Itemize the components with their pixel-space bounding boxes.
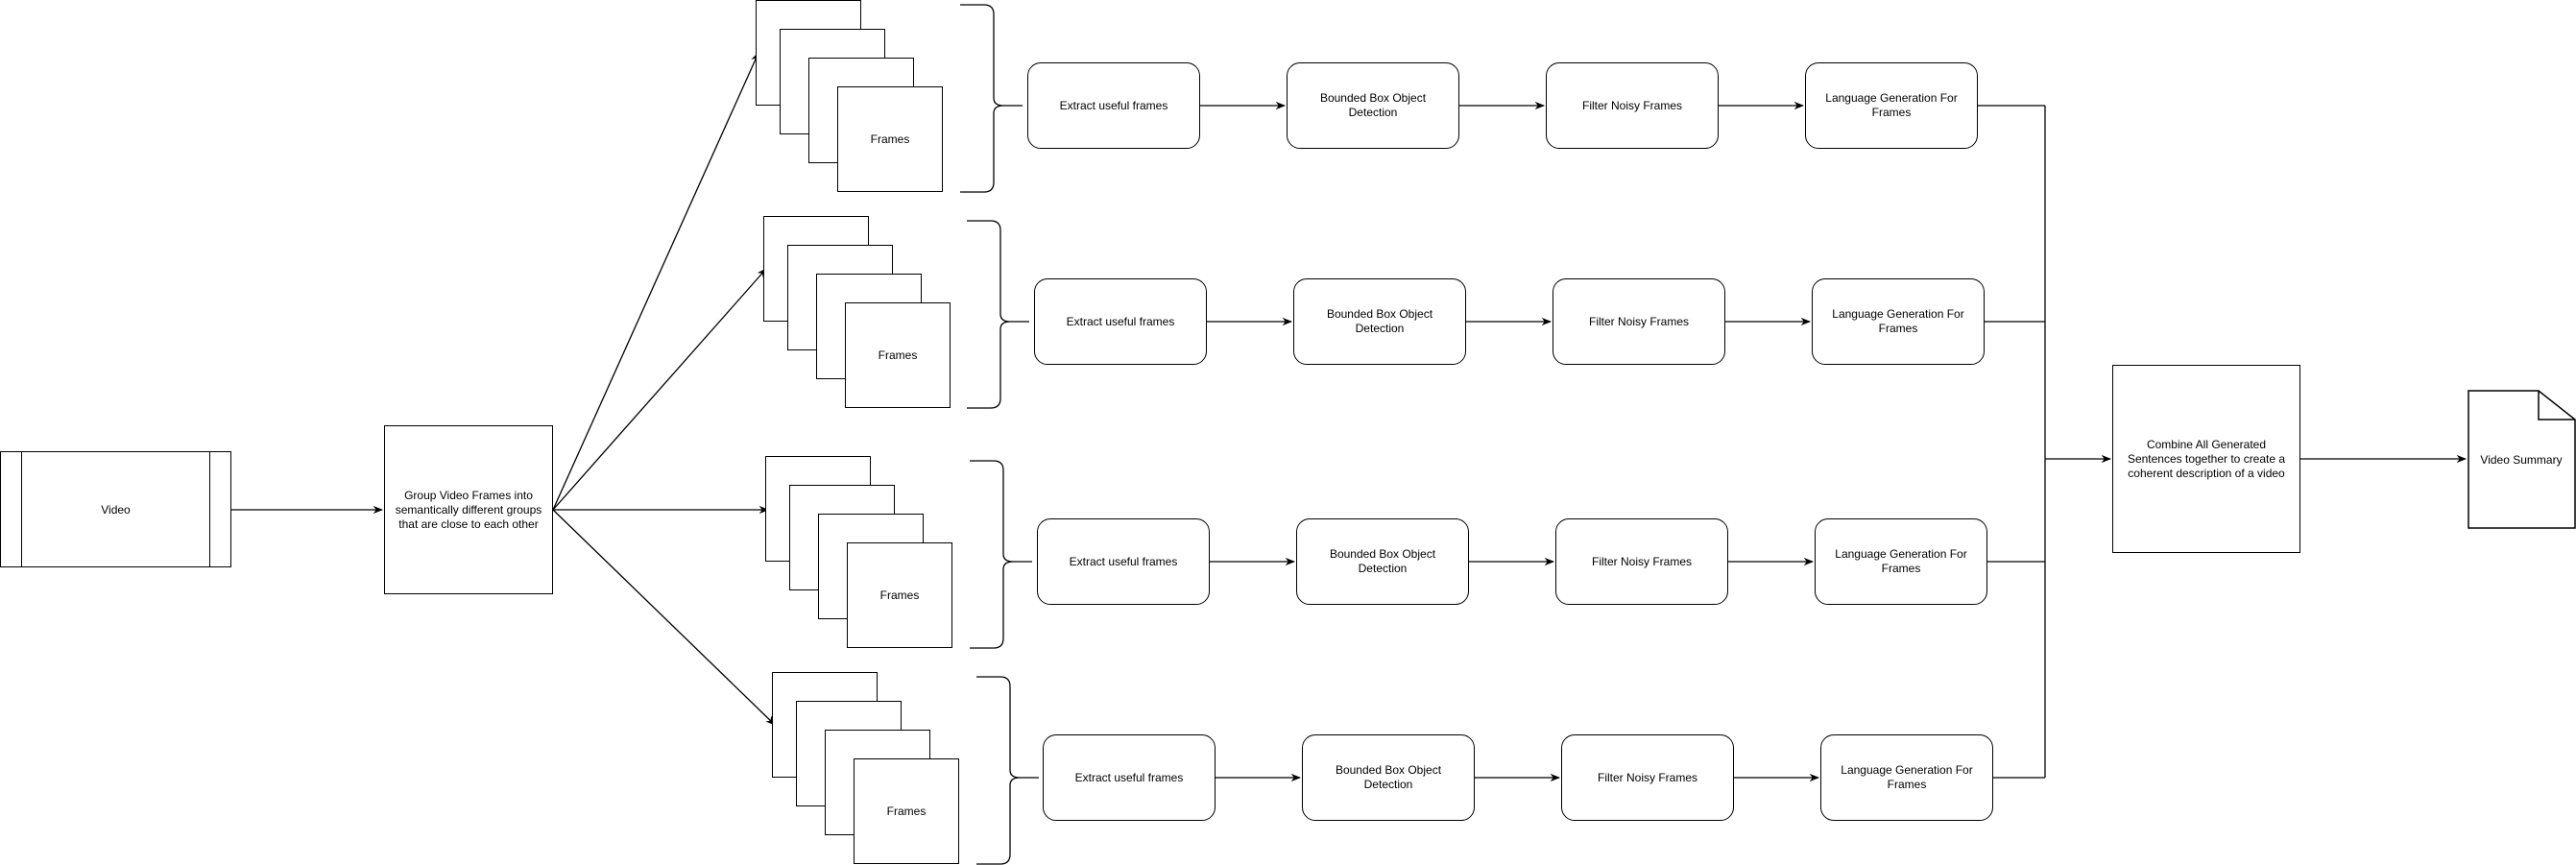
bounded-box-detection-label: Bounded Box Object Detection	[1329, 547, 1436, 575]
bounded-box-detection-node[interactable]: Bounded Box Object Detection	[1296, 518, 1469, 605]
frames-stack-front[interactable]: Frames	[837, 86, 943, 192]
group-frames-label: Group Video Frames into semantically dif…	[395, 488, 542, 531]
extract-useful-frames-label: Extract useful frames	[1074, 770, 1184, 784]
curly-brace-4	[976, 676, 1039, 865]
combine-sentences-label: Combine All Generated Sentences together…	[2127, 437, 2286, 480]
curly-brace-1	[960, 4, 1023, 193]
frames-stack-front[interactable]: Frames	[854, 758, 959, 864]
filter-noisy-frames-node[interactable]: Filter Noisy Frames	[1553, 278, 1725, 365]
extract-useful-frames-node[interactable]: Extract useful frames	[1043, 734, 1216, 821]
bounded-box-detection-label: Bounded Box Object Detection	[1319, 91, 1427, 119]
filter-noisy-frames-node[interactable]: Filter Noisy Frames	[1555, 518, 1728, 605]
extract-useful-frames-label: Extract useful frames	[1066, 314, 1175, 328]
frames-label: Frames	[879, 589, 920, 602]
extract-useful-frames-label: Extract useful frames	[1059, 98, 1168, 112]
filter-noisy-frames-label: Filter Noisy Frames	[1597, 770, 1697, 784]
language-generation-node[interactable]: Language Generation For Frames	[1815, 518, 1987, 605]
bounded-box-detection-label: Bounded Box Object Detection	[1335, 763, 1442, 791]
extract-useful-frames-label: Extract useful frames	[1069, 554, 1178, 568]
arrow-group-to-frames-4	[552, 509, 776, 726]
extract-useful-frames-node[interactable]: Extract useful frames	[1034, 278, 1207, 365]
frames-stack-front[interactable]: Frames	[847, 542, 952, 648]
combine-sentences-node[interactable]: Combine All Generated Sentences together…	[2112, 365, 2300, 553]
language-generation-label: Language Generation For Frames	[1835, 547, 1967, 575]
video-label: Video	[101, 502, 131, 517]
language-generation-label: Language Generation For Frames	[1832, 307, 1964, 335]
filter-noisy-frames-label: Filter Noisy Frames	[1581, 98, 1682, 112]
group-frames-node[interactable]: Group Video Frames into semantically dif…	[384, 425, 553, 594]
frames-label: Frames	[870, 132, 910, 146]
extract-useful-frames-node[interactable]: Extract useful frames	[1027, 62, 1200, 149]
curly-brace-2	[967, 220, 1029, 409]
arrow-group-to-frames-1	[552, 52, 759, 511]
extract-useful-frames-node[interactable]: Extract useful frames	[1037, 518, 1210, 605]
bounded-box-detection-node[interactable]: Bounded Box Object Detection	[1293, 278, 1466, 365]
video-summary-label-wrap: Video Summary	[2468, 390, 2575, 529]
filter-noisy-frames-node[interactable]: Filter Noisy Frames	[1546, 62, 1719, 149]
bounded-box-detection-node[interactable]: Bounded Box Object Detection	[1302, 734, 1475, 821]
language-generation-node[interactable]: Language Generation For Frames	[1805, 62, 1978, 149]
filter-noisy-frames-label: Filter Noisy Frames	[1591, 554, 1692, 568]
diagram-canvas: Video Group Video Frames into semantical…	[0, 0, 2576, 865]
curly-brace-3	[970, 460, 1032, 649]
video-node[interactable]: Video	[0, 451, 231, 567]
language-generation-label: Language Generation For Frames	[1841, 763, 1973, 791]
language-generation-node[interactable]: Language Generation For Frames	[1812, 278, 1985, 365]
language-generation-node[interactable]: Language Generation For Frames	[1820, 734, 1993, 821]
bounded-box-detection-label: Bounded Box Object Detection	[1326, 307, 1433, 335]
filter-noisy-frames-node[interactable]: Filter Noisy Frames	[1561, 734, 1734, 821]
arrow-group-to-frames-2	[552, 268, 767, 511]
video-summary-label: Video Summary	[2480, 452, 2563, 467]
filter-noisy-frames-label: Filter Noisy Frames	[1588, 314, 1689, 328]
language-generation-label: Language Generation For Frames	[1825, 91, 1958, 119]
bounded-box-detection-node[interactable]: Bounded Box Object Detection	[1287, 62, 1459, 149]
frames-stack-front[interactable]: Frames	[845, 302, 951, 408]
frames-label: Frames	[878, 348, 918, 362]
frames-label: Frames	[886, 805, 927, 818]
